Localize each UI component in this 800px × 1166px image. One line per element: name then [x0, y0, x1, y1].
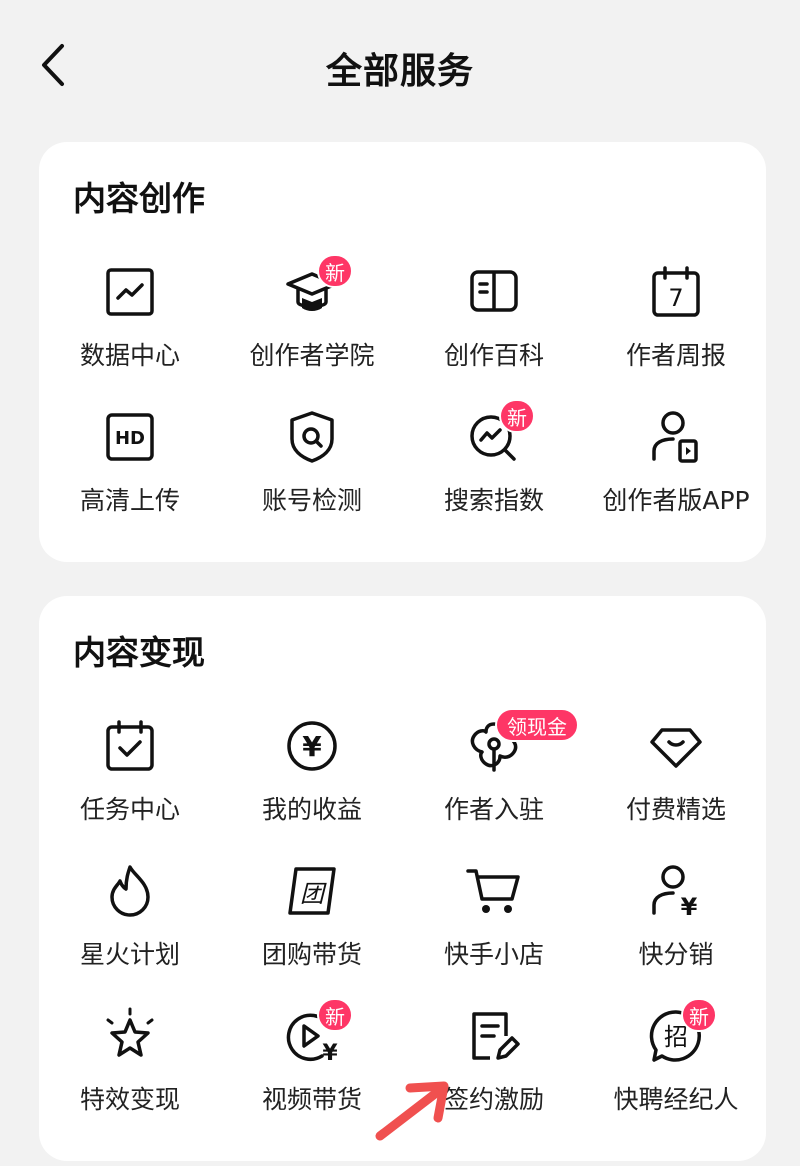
yen-text: ¥ — [681, 893, 698, 921]
data-center-item[interactable]: 数据中心 — [39, 250, 221, 395]
item-label: 高清上传 — [79, 486, 180, 515]
item-label: 创作者版APP — [602, 486, 750, 515]
user-yen-icon: ¥ — [646, 861, 706, 921]
item-label: 快聘经纪人 — [613, 1085, 739, 1114]
item-label: 创作者学院 — [249, 341, 375, 370]
hd-text: HD — [115, 428, 145, 449]
item-label: 搜索指数 — [443, 486, 544, 515]
new-badge: 新 — [681, 998, 717, 1032]
task-center-item[interactable]: 任务中心 — [39, 704, 221, 849]
page-title: 全部服务 — [325, 51, 474, 92]
cash-badge: 领现金 — [495, 708, 579, 742]
author-join-item[interactable]: 领现金 作者入驻 — [403, 704, 585, 849]
yen-text: ¥ — [322, 1041, 338, 1066]
section-title: 内容变现 — [73, 633, 205, 672]
recruit-text: 招 — [664, 1023, 688, 1051]
chart-line-icon — [100, 262, 160, 322]
item-label: 任务中心 — [79, 795, 180, 824]
new-badge: 新 — [499, 399, 535, 433]
flame-icon — [100, 861, 160, 921]
hd-icon: HD — [100, 407, 160, 467]
item-label: 作者入驻 — [443, 795, 544, 824]
item-label: 星火计划 — [79, 940, 180, 969]
effect-monetization-item[interactable]: 特效变现 — [39, 994, 221, 1139]
author-weekly-item[interactable]: 7 作者周报 — [585, 250, 767, 395]
paid-selection-item[interactable]: 付费精选 — [585, 704, 767, 849]
calendar-icon: 7 — [646, 262, 706, 322]
item-label: 我的收益 — [261, 795, 362, 824]
diamond-icon — [646, 716, 706, 776]
kuaishou-store-item[interactable]: 快手小店 — [403, 849, 585, 994]
account-check-item[interactable]: 账号检测 — [221, 395, 403, 540]
top-bar: 全部服务 — [0, 0, 800, 130]
item-label: 作者周报 — [625, 341, 726, 370]
item-label: 数据中心 — [79, 341, 180, 370]
item-label: 创作百科 — [443, 341, 544, 370]
group-buy-icon: 团 — [282, 861, 342, 921]
shopping-cart-icon — [464, 861, 524, 921]
calendar-check-icon — [100, 716, 160, 776]
creation-wiki-item[interactable]: 创作百科 — [403, 250, 585, 395]
kuai-distribution-item[interactable]: ¥ 快分销 — [585, 849, 767, 994]
user-phone-icon — [646, 407, 706, 467]
item-label: 快手小店 — [443, 940, 544, 969]
item-label: 账号检测 — [261, 486, 362, 515]
content-creation-card: 内容创作 数据中心 新 创作者学院 创作百科 7 作者周报 HD 高清上传 账号… — [39, 142, 766, 562]
creator-app-item[interactable]: 创作者版APP — [585, 395, 767, 540]
yen-text: ¥ — [302, 730, 322, 763]
creator-academy-item[interactable]: 新 创作者学院 — [221, 250, 403, 395]
item-label: 特效变现 — [79, 1085, 180, 1114]
shield-search-icon — [282, 407, 342, 467]
open-book-icon — [464, 262, 524, 322]
item-label: 快分销 — [638, 940, 714, 969]
star-sparkle-icon — [100, 1006, 160, 1066]
new-badge: 新 — [317, 254, 353, 288]
hd-upload-item[interactable]: HD 高清上传 — [39, 395, 221, 540]
item-label: 付费精选 — [625, 795, 726, 824]
my-earnings-item[interactable]: ¥ 我的收益 — [221, 704, 403, 849]
search-index-item[interactable]: 新 搜索指数 — [403, 395, 585, 540]
spark-plan-item[interactable]: 星火计划 — [39, 849, 221, 994]
recruit-agent-item[interactable]: 招 新 快聘经纪人 — [585, 994, 767, 1139]
item-label: 团购带货 — [261, 940, 362, 969]
yen-coin-icon: ¥ — [282, 716, 342, 776]
section-title: 内容创作 — [73, 179, 205, 218]
document-edit-icon — [464, 1006, 524, 1066]
new-badge: 新 — [317, 998, 353, 1032]
group-text: 团 — [300, 880, 327, 908]
annotation-arrow-icon — [375, 1081, 449, 1141]
calendar-day-text: 7 — [668, 284, 683, 312]
group-buy-item[interactable]: 团 团购带货 — [221, 849, 403, 994]
